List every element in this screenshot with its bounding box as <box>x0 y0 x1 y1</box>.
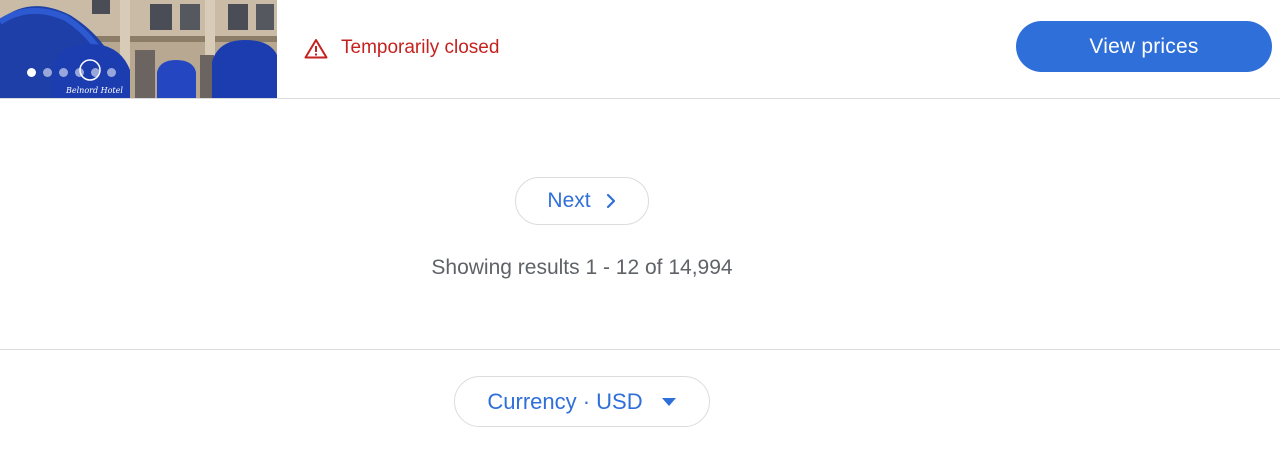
next-label: Next <box>547 189 591 212</box>
divider <box>0 349 1280 350</box>
carousel-dots[interactable] <box>27 68 116 77</box>
hotel-photo-image: Belnord Hotel <box>0 0 277 98</box>
hotel-result-card[interactable]: Belnord Hotel Temporarily closed View pr… <box>0 0 1280 99</box>
carousel-dot-6[interactable] <box>107 68 116 77</box>
carousel-dot-3[interactable] <box>59 68 68 77</box>
carousel-dot-4[interactable] <box>75 68 84 77</box>
view-prices-button[interactable]: View prices <box>1016 21 1272 72</box>
results-count-text: Showing results 1 - 12 of 14,994 <box>431 256 733 279</box>
next-page-button[interactable]: Next <box>515 177 649 225</box>
page: Belnord Hotel Temporarily closed View pr… <box>0 0 1280 461</box>
carousel-dot-1[interactable] <box>27 68 36 77</box>
carousel-dot-2[interactable] <box>43 68 52 77</box>
currency-label: Currency · USD <box>487 388 643 414</box>
hotel-photo[interactable]: Belnord Hotel <box>0 0 277 98</box>
status-temporarily-closed: Temporarily closed <box>304 37 499 59</box>
carousel-dot-5[interactable] <box>91 68 100 77</box>
warning-triangle-icon <box>304 38 328 59</box>
currency-selector[interactable]: Currency · USD <box>454 376 710 427</box>
caret-down-icon <box>661 397 677 407</box>
hotel-sign-text: Belnord Hotel <box>65 86 123 95</box>
status-text: Temporarily closed <box>341 37 500 58</box>
chevron-right-icon <box>605 193 617 209</box>
